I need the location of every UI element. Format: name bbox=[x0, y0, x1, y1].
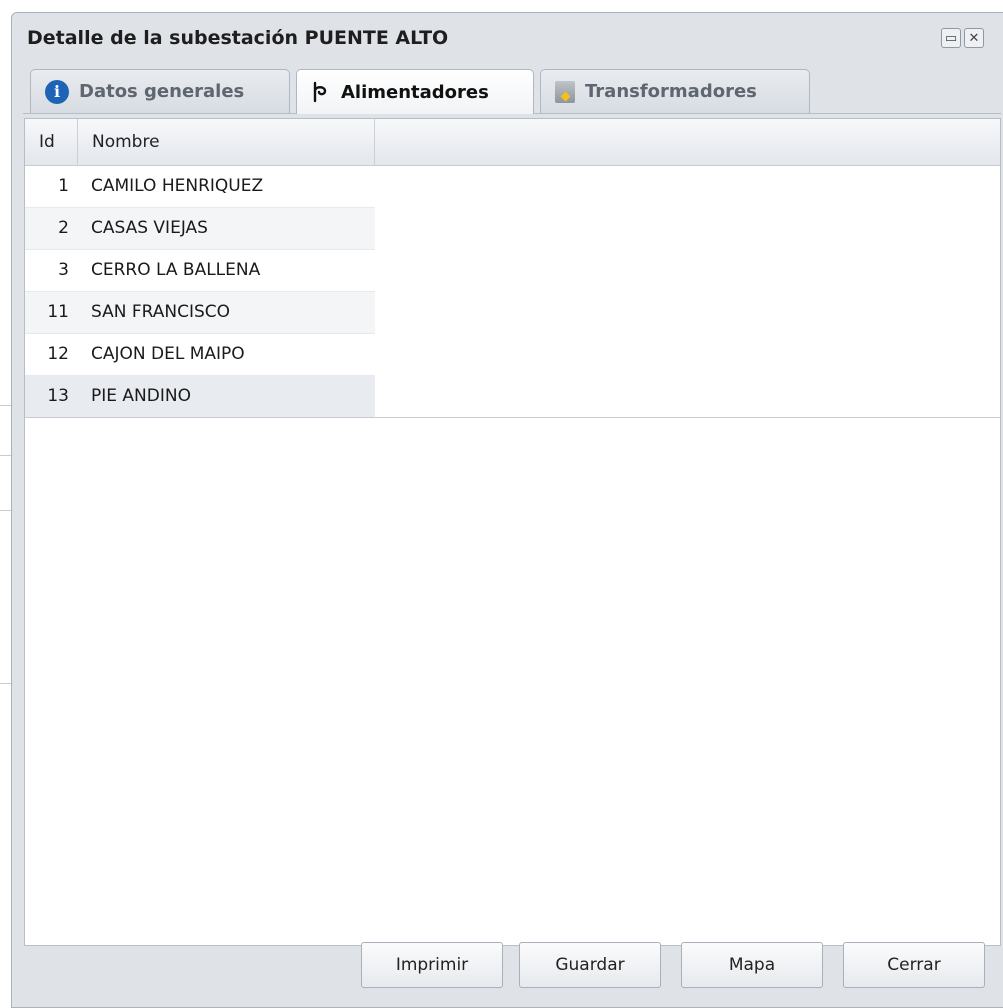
tab-label: Transformadores bbox=[585, 81, 757, 102]
feeder-icon bbox=[311, 80, 331, 104]
close-button[interactable]: Cerrar bbox=[843, 942, 985, 988]
table-row-selected[interactable]: 13 PIE ANDINO bbox=[25, 376, 375, 418]
background-fragment bbox=[0, 683, 11, 684]
table-row[interactable]: 1 CAMILO HENRIQUEZ bbox=[25, 166, 375, 208]
tab-bar: i Datos generales Alimentadores Transfor… bbox=[23, 69, 1001, 114]
tab-label: Datos generales bbox=[79, 81, 245, 102]
row-name: CAMILO HENRIQUEZ bbox=[91, 176, 264, 196]
row-id: 13 bbox=[47, 386, 69, 406]
maximize-icon: ▭ bbox=[944, 30, 958, 46]
row-id: 12 bbox=[47, 344, 69, 364]
row-id: 1 bbox=[58, 176, 69, 196]
background-fragment bbox=[0, 455, 11, 456]
maximize-button[interactable]: ▭ bbox=[941, 28, 961, 48]
row-id: 11 bbox=[47, 302, 69, 322]
info-icon: i bbox=[45, 79, 69, 104]
background-fragment bbox=[0, 510, 11, 511]
close-window-button[interactable]: ✕ bbox=[964, 28, 984, 48]
row-name: CAJON DEL MAIPO bbox=[91, 344, 245, 364]
row-name: SAN FRANCISCO bbox=[91, 302, 231, 322]
row-name: CASAS VIEJAS bbox=[91, 218, 208, 238]
print-button[interactable]: Imprimir bbox=[361, 942, 503, 988]
substation-detail-window: Detalle de la subestación PUENTE ALTO ▭ … bbox=[11, 12, 1003, 1008]
close-icon: ✕ bbox=[968, 30, 980, 46]
row-id: 3 bbox=[58, 260, 69, 280]
column-header-id[interactable]: Id bbox=[25, 119, 78, 165]
feeders-grid: Id Nombre 1 CAMILO HENRIQUEZ 2 CASAS VIE… bbox=[24, 118, 1001, 946]
tab-transformadores[interactable]: Transformadores bbox=[540, 69, 810, 113]
column-header-nombre[interactable]: Nombre bbox=[78, 119, 375, 165]
tab-datos-generales[interactable]: i Datos generales bbox=[30, 69, 290, 113]
tab-label: Alimentadores bbox=[341, 81, 489, 103]
transformer-icon bbox=[555, 80, 575, 103]
table-row[interactable]: 2 CASAS VIEJAS bbox=[25, 208, 375, 250]
background-fragment bbox=[0, 405, 11, 406]
table-row[interactable]: 3 CERRO LA BALLENA bbox=[25, 250, 375, 292]
grid-header: Id Nombre bbox=[25, 119, 1000, 166]
window-title: Detalle de la subestación PUENTE ALTO bbox=[27, 27, 449, 49]
grid-divider bbox=[25, 417, 1000, 418]
table-row[interactable]: 12 CAJON DEL MAIPO bbox=[25, 334, 375, 376]
tab-alimentadores[interactable]: Alimentadores bbox=[296, 69, 534, 114]
row-name: CERRO LA BALLENA bbox=[91, 260, 261, 280]
table-row[interactable]: 11 SAN FRANCISCO bbox=[25, 292, 375, 334]
save-button[interactable]: Guardar bbox=[519, 942, 661, 988]
map-button[interactable]: Mapa bbox=[681, 942, 823, 988]
row-id: 2 bbox=[58, 218, 69, 238]
row-name: PIE ANDINO bbox=[91, 386, 191, 406]
